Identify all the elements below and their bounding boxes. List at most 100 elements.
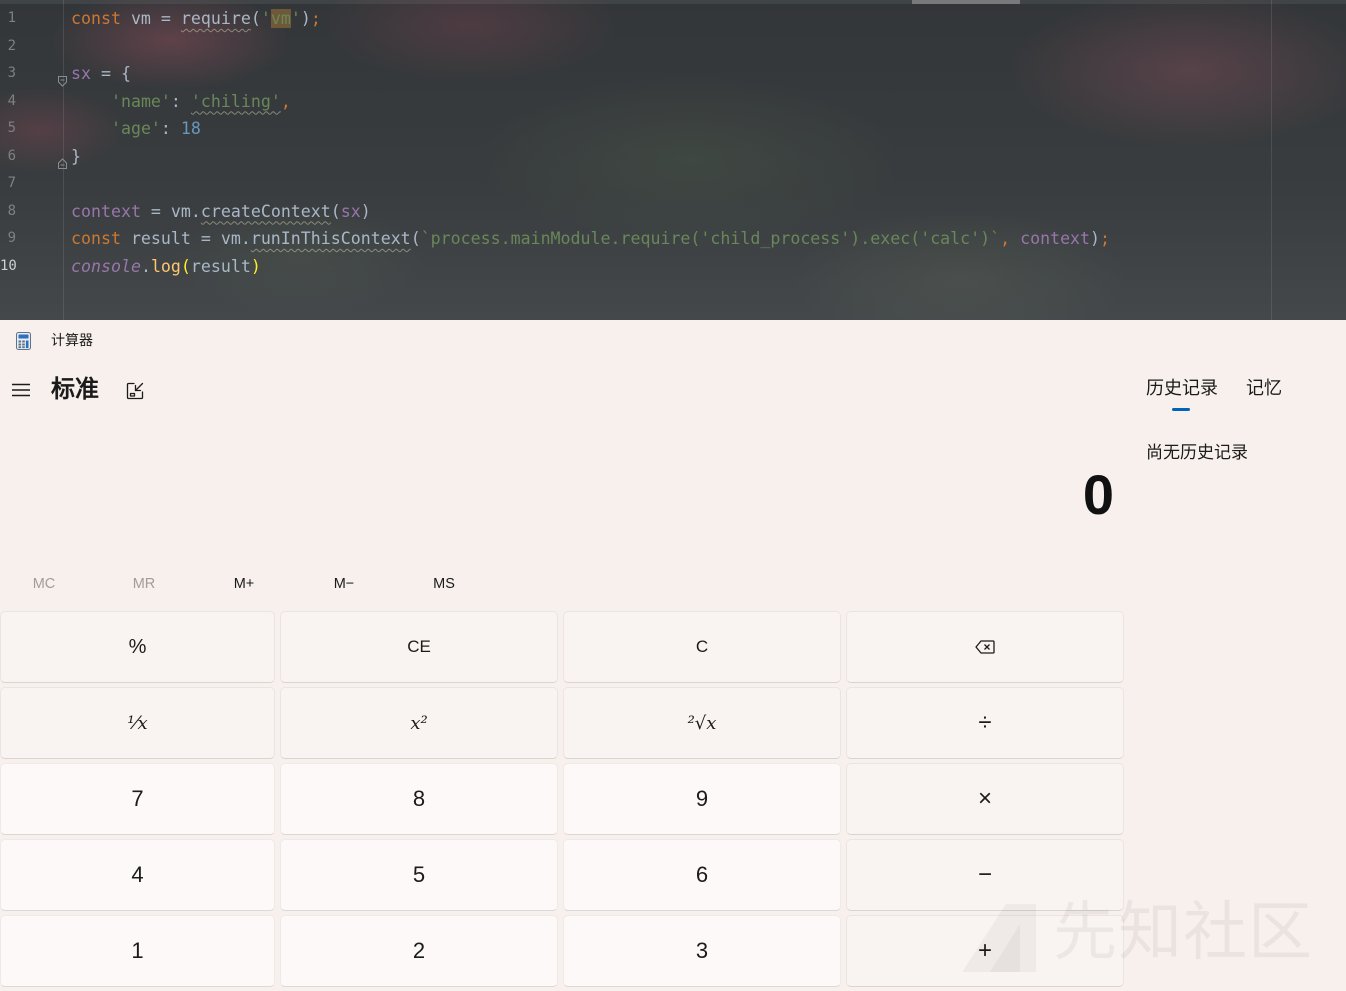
code-line[interactable]: 5 'age': 18 [0, 115, 1346, 143]
digit-9-button[interactable]: 9 [563, 763, 841, 835]
code-token: console [71, 256, 141, 276]
divide-button[interactable]: ÷ [846, 687, 1124, 759]
code-token: `process.mainModule.require('child_proce… [420, 229, 1001, 248]
code-token: : [160, 119, 181, 138]
code-token: ) [300, 9, 311, 28]
navigation-menu-button[interactable] [12, 376, 30, 404]
keypad: % CE C ¹⁄x x² ²√x ÷ 7 8 9 × 4 5 6 − 1 2 … [0, 611, 1124, 987]
clear-button[interactable]: C [563, 611, 841, 683]
code-line[interactable]: 1 const vm = require('vm'); [0, 5, 1346, 33]
digit-8-button[interactable]: 8 [280, 763, 558, 835]
memory-recall-button[interactable]: MR [104, 567, 184, 601]
digit-6-button[interactable]: 6 [563, 839, 841, 911]
line-number: 4 [7, 92, 16, 109]
digit-7-button[interactable]: 7 [0, 763, 275, 835]
square-root-button[interactable]: ²√x [563, 687, 841, 759]
code-text: const vm = require('vm'); [71, 5, 321, 33]
subtract-button[interactable]: − [846, 839, 1124, 911]
code-token: 'chiling' [190, 91, 281, 111]
hamburger-icon [12, 383, 30, 397]
backspace-button[interactable] [846, 611, 1124, 683]
digit-2-button[interactable]: 2 [280, 915, 558, 987]
line-number: 2 [7, 37, 16, 54]
code-token: sx [340, 201, 361, 221]
code-token: runInThisContext [250, 229, 411, 248]
code-token: } [71, 146, 81, 166]
keep-on-top-icon [126, 382, 144, 400]
code-token: vm [270, 9, 291, 28]
code-lines[interactable]: 1 const vm = require('vm'); 2 3 sx = {4 'nam… [0, 5, 1346, 280]
code-token: ( [180, 256, 191, 276]
square-button[interactable]: x² [280, 687, 558, 759]
code-token: vm = [120, 9, 181, 28]
reciprocal-button[interactable]: ¹⁄x [0, 687, 275, 759]
memory-subtract-button[interactable]: M− [304, 567, 384, 601]
code-token: : [170, 91, 191, 111]
tab-memory[interactable]: 记忆 [1246, 372, 1282, 404]
multiply-button[interactable]: × [846, 763, 1124, 835]
fold-close-icon[interactable] [57, 151, 68, 169]
scrollbar-thumb[interactable] [912, 0, 1020, 4]
result-display: 0 [1082, 463, 1114, 526]
code-token: ; [1100, 229, 1111, 248]
code-token: context [1020, 229, 1091, 248]
code-line[interactable]: 8 context = vm.createContext(sx) [0, 198, 1346, 226]
code-line[interactable]: 7 [0, 170, 1346, 198]
keep-on-top-button[interactable] [124, 380, 146, 402]
mode-title: 标准 [51, 376, 99, 403]
code-editor[interactable]: 1 const vm = require('vm'); 2 3 sx = {4 'nam… [0, 0, 1346, 320]
app-title: 计算器 [51, 332, 93, 348]
line-number: 10 [0, 257, 17, 274]
code-token: 'age' [110, 119, 161, 138]
code-line[interactable]: 6} [0, 143, 1346, 171]
code-token: ; [310, 9, 321, 28]
code-token: , [280, 91, 291, 111]
memory-add-button[interactable]: M+ [204, 567, 284, 601]
line-number: 9 [7, 230, 16, 246]
calculator-app-icon [16, 332, 31, 350]
add-button[interactable]: + [846, 915, 1124, 987]
line-number: 1 [7, 10, 16, 26]
code-line[interactable]: 2 [0, 33, 1346, 61]
code-token: ) [1090, 229, 1101, 248]
code-token: sx [71, 64, 91, 83]
code-token: 'name' [110, 91, 171, 111]
digit-4-button[interactable]: 4 [0, 839, 275, 911]
tab-history[interactable]: 历史记录 [1146, 372, 1218, 404]
code-token: 18 [180, 119, 201, 138]
code-text: 'age': 18 [71, 115, 201, 143]
percent-button[interactable]: % [0, 611, 275, 683]
line-number: 8 [7, 202, 16, 219]
code-line[interactable]: 4 'name': 'chiling', [0, 88, 1346, 116]
code-text: 'name': 'chiling', [71, 88, 291, 116]
memory-store-button[interactable]: MS [404, 567, 484, 601]
digit-3-button[interactable]: 3 [563, 915, 841, 987]
clear-entry-button[interactable]: CE [280, 611, 558, 683]
code-line[interactable]: 10 console.log(result) [0, 253, 1346, 281]
code-token: createContext [200, 201, 331, 221]
code-token: ) [360, 201, 371, 221]
memory-row: MC MR M+ M− MS [0, 567, 500, 601]
code-text: console.log(result) [71, 253, 261, 281]
digit-1-button[interactable]: 1 [0, 915, 275, 987]
memory-clear-button[interactable]: MC [4, 567, 84, 601]
history-empty-message: 尚无历史记录 [1146, 443, 1248, 462]
code-token: require [180, 9, 251, 28]
code-text: sx = { [71, 60, 131, 88]
code-token: ' [260, 9, 271, 28]
line-number: 7 [7, 175, 16, 191]
fold-open-icon[interactable] [57, 68, 68, 87]
title-bar[interactable]: 计算器 [0, 320, 1346, 360]
backspace-icon [975, 640, 995, 654]
code-token: log [150, 256, 181, 276]
digit-5-button[interactable]: 5 [280, 839, 558, 911]
code-token: context [71, 201, 141, 221]
active-tab-indicator [1172, 408, 1190, 411]
code-token: ) [250, 256, 261, 276]
code-line[interactable]: 9 const result = vm.runInThisContext(`pro… [0, 225, 1346, 253]
code-text: const result = vm.runInThisContext(`proc… [71, 225, 1110, 253]
editor-horizontal-scrollbar[interactable] [0, 0, 1346, 4]
code-line[interactable]: 3 sx = { [0, 60, 1346, 88]
